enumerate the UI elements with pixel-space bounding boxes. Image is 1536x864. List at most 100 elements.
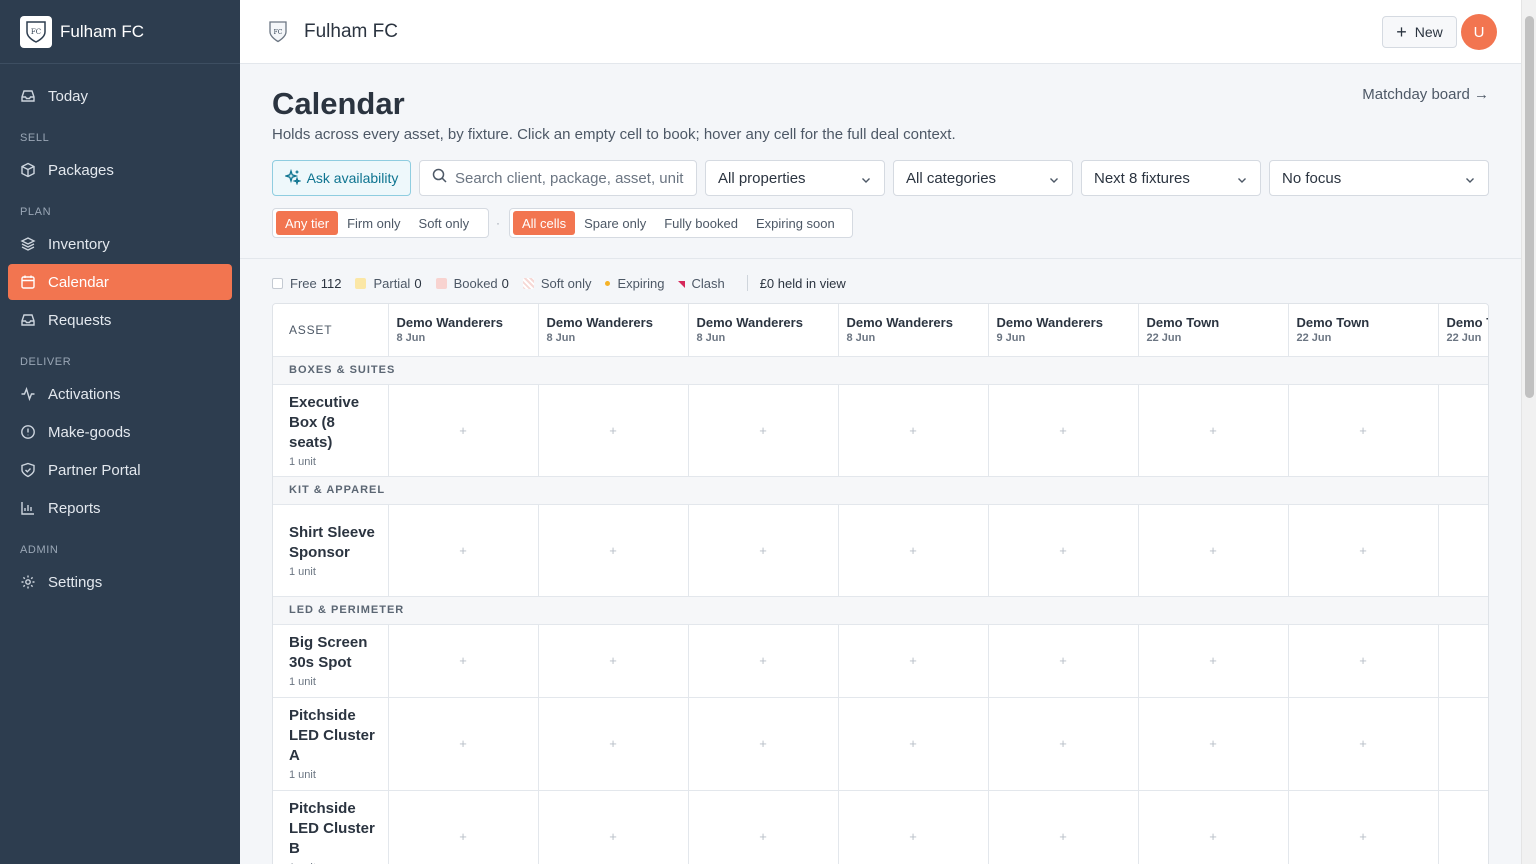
book-cell[interactable]: +: [988, 384, 1139, 477]
book-cell[interactable]: +: [1138, 790, 1289, 864]
asset-cell[interactable]: Executive Box (8 seats) 1 unit: [273, 384, 389, 477]
sidebar-item-make-goods[interactable]: Make-goods: [8, 414, 232, 450]
category-row: KIT & APPAREL: [273, 476, 1488, 505]
asset-cell[interactable]: Shirt Sleeve Sponsor 1 unit: [273, 504, 389, 597]
book-cell[interactable]: +: [1438, 504, 1488, 597]
sidebar-item-activations[interactable]: Activations: [8, 376, 232, 412]
properties-select-value: All properties: [718, 169, 806, 187]
cells-expiring-button[interactable]: Expiring soon: [747, 211, 844, 235]
book-cell[interactable]: +: [1438, 697, 1488, 791]
book-cell[interactable]: +: [1288, 697, 1439, 791]
sidebar-item-inventory[interactable]: Inventory: [8, 226, 232, 262]
book-cell[interactable]: +: [688, 504, 839, 597]
brand[interactable]: FC Fulham FC: [0, 0, 240, 64]
book-cell[interactable]: +: [1288, 504, 1439, 597]
book-cell[interactable]: +: [838, 790, 989, 864]
book-cell[interactable]: +: [988, 790, 1139, 864]
book-cell[interactable]: +: [838, 384, 989, 477]
legend-clash-label: Clash: [691, 275, 725, 291]
fixture-date: 9 Jun: [996, 332, 1026, 345]
book-cell[interactable]: +: [838, 624, 989, 698]
sidebar-item-today[interactable]: Today: [8, 78, 232, 114]
main-content: Calendar Holds across every asset, by fi…: [240, 64, 1521, 864]
book-cell[interactable]: +: [538, 624, 689, 698]
book-cell[interactable]: +: [538, 790, 689, 864]
svg-text:FC: FC: [274, 29, 283, 36]
cells-all-button[interactable]: All cells: [513, 211, 576, 235]
sidebar-item-label: Packages: [48, 161, 114, 179]
sidebar-item-requests[interactable]: Requests: [8, 302, 232, 338]
book-cell[interactable]: +: [1438, 790, 1488, 864]
search-input[interactable]: [455, 169, 685, 187]
book-cell[interactable]: +: [1438, 624, 1488, 698]
focus-select[interactable]: No focus: [1269, 160, 1489, 196]
book-cell[interactable]: +: [1138, 624, 1289, 698]
book-cell[interactable]: +: [838, 697, 989, 791]
book-cell[interactable]: +: [1288, 624, 1439, 698]
book-cell[interactable]: +: [538, 384, 689, 477]
asset-name: Big Screen 30s Spot: [289, 634, 368, 671]
cells-spare-button[interactable]: Spare only: [575, 211, 655, 235]
book-cell[interactable]: +: [1288, 384, 1439, 477]
brand-name: Fulham FC: [60, 21, 145, 41]
sidebar-item-calendar[interactable]: Calendar: [8, 264, 232, 300]
grid-body: BOXES & SUITES Executive Box (8 seats) 1 u…: [273, 356, 1488, 864]
asset-cell[interactable]: Pitchside LED Cluster A 1 unit: [273, 697, 389, 791]
book-cell[interactable]: +: [1138, 384, 1289, 477]
book-cell[interactable]: +: [688, 697, 839, 791]
sidebar-item-label: Partner Portal: [48, 461, 141, 479]
book-cell[interactable]: +: [1138, 697, 1289, 791]
asset-cell[interactable]: Pitchside LED Cluster B1 unit: [273, 790, 389, 864]
tier-firm-button[interactable]: Firm only: [338, 211, 409, 235]
legend-booked: Booked 0: [435, 276, 509, 291]
book-cell[interactable]: +: [388, 697, 539, 791]
book-cell[interactable]: +: [688, 790, 839, 864]
book-cell[interactable]: +: [688, 384, 839, 477]
categories-select[interactable]: All categories: [893, 160, 1073, 196]
fixture-column-header: Demo Wanderers 8 Jun: [538, 304, 689, 357]
book-cell[interactable]: +: [388, 384, 539, 477]
matchday-board-link[interactable]: Matchday board →: [1362, 86, 1489, 103]
book-cell[interactable]: +: [538, 504, 689, 597]
tier-any-button[interactable]: Any tier: [276, 211, 339, 235]
scrollbar-thumb[interactable]: [1525, 16, 1534, 398]
book-cell[interactable]: +: [988, 624, 1139, 698]
filter-bar: Ask availability All properties All cate…: [272, 160, 1489, 196]
ask-availability-label: Ask availability: [306, 170, 399, 186]
book-cell[interactable]: +: [388, 624, 539, 698]
tier-soft-button[interactable]: Soft only: [410, 211, 479, 235]
sidebar-item-label: Calendar: [48, 273, 109, 291]
search-box[interactable]: [419, 160, 697, 196]
book-cell[interactable]: +: [388, 504, 539, 597]
page-scrollbar[interactable]: [1521, 0, 1536, 864]
legend-partial: Partial 0: [355, 276, 422, 291]
book-cell[interactable]: +: [688, 624, 839, 698]
asset-cell[interactable]: Big Screen 30s Spot 1 unit: [273, 624, 389, 698]
ask-availability-button[interactable]: Ask availability: [272, 160, 411, 196]
avatar[interactable]: U: [1461, 14, 1497, 50]
fixture-column-header: Demo Wanderers 8 Jun: [688, 304, 839, 357]
fixture-date: 22 Jun: [1296, 332, 1332, 345]
fixtures-select[interactable]: Next 8 fixtures: [1081, 160, 1261, 196]
properties-select[interactable]: All properties: [705, 160, 885, 196]
sidebar-item-partner-portal[interactable]: Partner Portal: [8, 452, 232, 488]
book-cell[interactable]: +: [988, 697, 1139, 791]
book-cell[interactable]: +: [1438, 384, 1488, 477]
category-row: LED & PERIMETER: [273, 596, 1488, 625]
sidebar-item-settings[interactable]: Settings: [8, 564, 232, 600]
new-button[interactable]: + New: [1382, 16, 1457, 48]
book-cell[interactable]: +: [988, 504, 1139, 597]
book-cell[interactable]: +: [538, 697, 689, 791]
sidebar-item-reports[interactable]: Reports: [8, 490, 232, 526]
book-cell[interactable]: +: [1288, 790, 1439, 864]
asset-name: Shirt Sleeve Sponsor: [289, 523, 375, 561]
cells-booked-button[interactable]: Fully booked: [655, 211, 747, 235]
book-cell[interactable]: +: [838, 504, 989, 597]
book-cell[interactable]: +: [388, 790, 539, 864]
sidebar-item-packages[interactable]: Packages: [8, 152, 232, 188]
sidebar-item-label: Reports: [48, 499, 101, 517]
book-cell[interactable]: +: [1138, 504, 1289, 597]
bar-chart-icon: [20, 500, 36, 516]
asset-name: Pitchside LED Cluster B: [289, 800, 375, 857]
club-crest-icon: FC: [20, 15, 52, 48]
